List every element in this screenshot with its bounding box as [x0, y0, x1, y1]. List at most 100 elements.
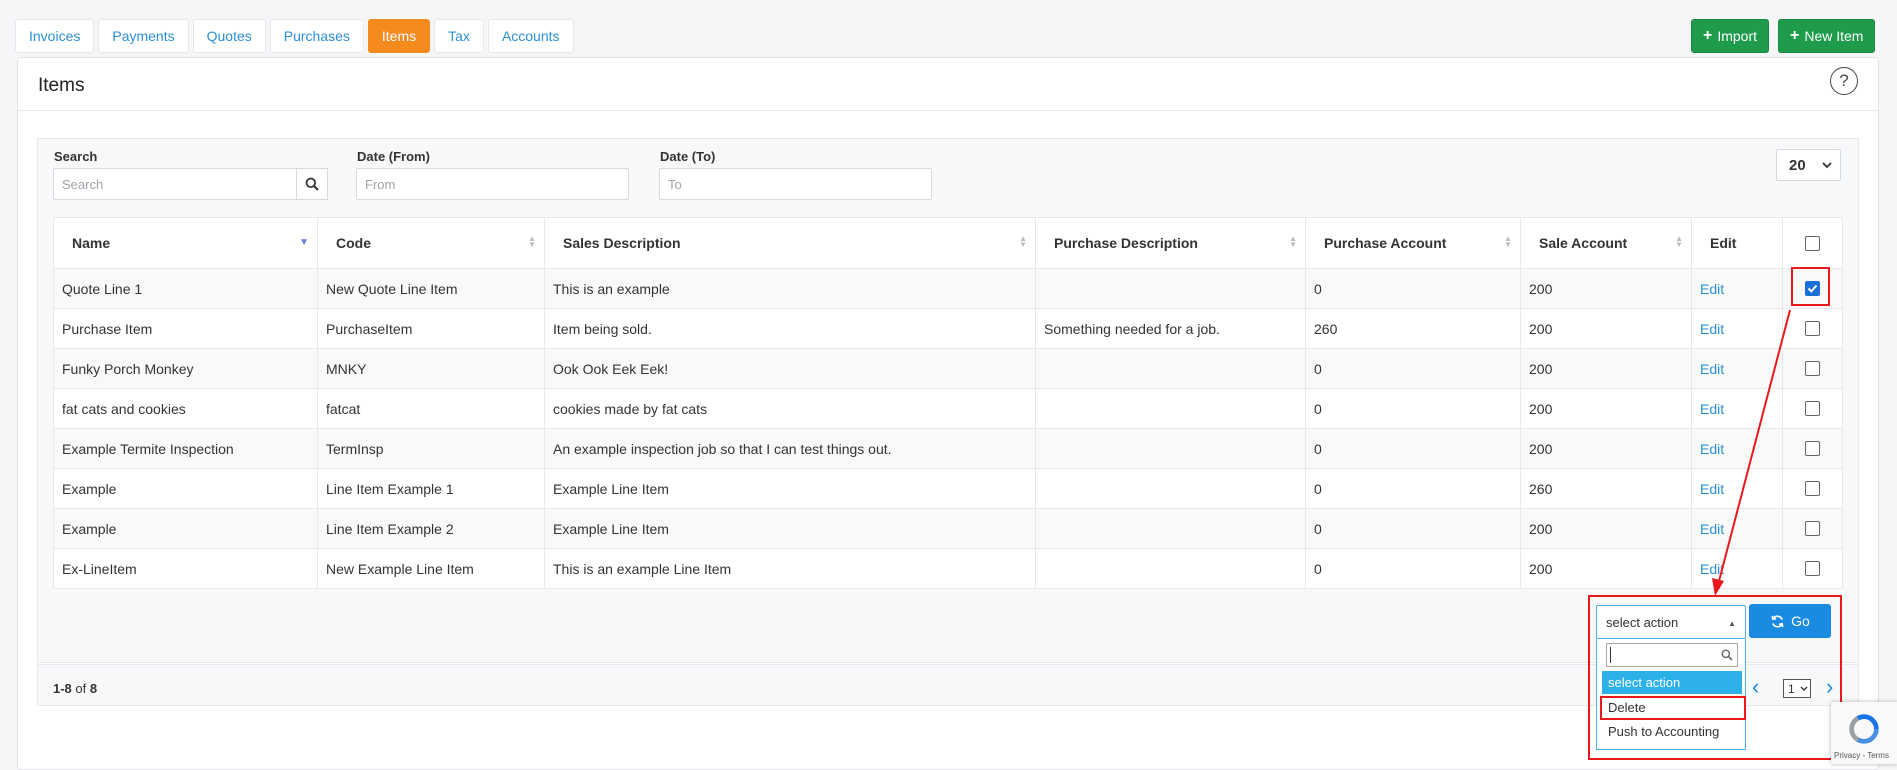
cell-sales-description: Item being sold. [544, 308, 1036, 349]
cell-select [1782, 508, 1843, 549]
cell-code: PurchaseItem [317, 308, 545, 349]
edit-link[interactable]: Edit [1700, 361, 1724, 377]
bulk-action-dropdown: select action Delete Push to Accounting [1596, 639, 1746, 750]
page-title: Items [38, 75, 85, 96]
cell-edit: Edit [1691, 508, 1783, 549]
column-header-sales-description[interactable]: Sales Description ▲ ▼ [544, 217, 1036, 269]
page-size-select[interactable]: 20 [1776, 149, 1841, 181]
cell-purchase-account: 0 [1305, 268, 1521, 309]
sort-icon: ▲ ▼ [1289, 234, 1297, 249]
column-header-name[interactable]: Name ▼ [53, 217, 318, 269]
edit-link[interactable]: Edit [1700, 321, 1724, 337]
cell-name: Example Termite Inspection [53, 428, 318, 469]
plus-icon: + [1790, 27, 1800, 44]
cell-edit: Edit [1691, 268, 1783, 309]
select-all-checkbox[interactable] [1805, 235, 1820, 251]
cell-purchase-account: 0 [1305, 388, 1521, 429]
sort-icon: ▲ ▼ [1019, 234, 1027, 249]
help-icon[interactable]: ? [1830, 67, 1858, 95]
cell-select [1782, 428, 1843, 469]
edit-link[interactable]: Edit [1700, 481, 1724, 497]
refresh-icon [1771, 614, 1784, 628]
option-delete[interactable]: Delete [1602, 696, 1742, 719]
table-row: Example Line Item Example 1 Example Line I… [53, 468, 1843, 509]
next-page-icon[interactable]: › [1826, 674, 1833, 700]
cell-code: Line Item Example 2 [317, 508, 545, 549]
table-row: Example Termite Inspection TermInsp An exa… [53, 428, 1843, 469]
cell-name: fat cats and cookies [53, 388, 318, 429]
column-header-sale-account[interactable]: Sale Account ▲ ▼ [1520, 217, 1692, 269]
search-input[interactable] [53, 168, 297, 200]
cell-purchase-account: 0 [1305, 348, 1521, 389]
cell-edit: Edit [1691, 308, 1783, 349]
cell-edit: Edit [1691, 348, 1783, 389]
recaptcha-badge[interactable]: Privacy - Terms [1831, 702, 1897, 764]
page-select[interactable]: 1 [1783, 679, 1811, 698]
prev-page-icon[interactable]: ‹ [1752, 674, 1759, 700]
cell-code: fatcat [317, 388, 545, 429]
cell-purchase-description [1035, 548, 1306, 589]
column-header-code[interactable]: Code ▲ ▼ [317, 217, 545, 269]
edit-link[interactable]: Edit [1700, 441, 1724, 457]
edit-link[interactable]: Edit [1700, 521, 1724, 537]
chevron-down-icon [1822, 161, 1832, 168]
option-push-to-accounting[interactable]: Push to Accounting [1602, 720, 1742, 743]
cell-sales-description: Ook Ook Eek Eek! [544, 348, 1036, 389]
cell-purchase-description [1035, 428, 1306, 469]
cell-code: New Quote Line Item [317, 268, 545, 309]
edit-link[interactable]: Edit [1700, 281, 1724, 297]
date-from-label: Date (From) [357, 149, 430, 164]
row-checkbox[interactable] [1805, 521, 1820, 536]
cell-edit: Edit [1691, 468, 1783, 509]
row-checkbox[interactable] [1805, 281, 1820, 296]
plus-icon: + [1703, 27, 1713, 44]
record-count: 1-8 of 8 [53, 681, 98, 696]
cell-purchase-account: 260 [1305, 308, 1521, 349]
dropdown-search-input[interactable] [1606, 643, 1738, 667]
date-from-input[interactable] [356, 168, 629, 200]
cell-purchase-account: 0 [1305, 428, 1521, 469]
tab-items[interactable]: Items [367, 19, 431, 53]
table-header-row: Name ▼ Code ▲ ▼ Sales Description ▲ ▼ Purchas… [53, 217, 1843, 269]
new-item-button[interactable]: + New Item [1778, 19, 1876, 53]
column-header-purchase-description[interactable]: Purchase Description ▲ ▼ [1035, 217, 1306, 269]
recaptcha-label[interactable]: Privacy - Terms [1834, 751, 1889, 760]
row-checkbox[interactable] [1805, 441, 1820, 456]
cell-sales-description: An example inspection job so that I can … [544, 428, 1036, 469]
edit-link[interactable]: Edit [1700, 401, 1724, 417]
recaptcha-icon [1849, 714, 1879, 744]
tab-invoices[interactable]: Invoices [15, 19, 95, 53]
row-checkbox[interactable] [1805, 401, 1820, 416]
cell-sale-account: 200 [1520, 548, 1692, 589]
edit-link[interactable]: Edit [1700, 561, 1724, 577]
search-label: Search [54, 149, 98, 164]
tab-tax[interactable]: Tax [434, 19, 484, 53]
card-header: Items ? [18, 58, 1878, 111]
cell-purchase-description [1035, 388, 1306, 429]
cell-select [1782, 348, 1843, 389]
tab-accounts[interactable]: Accounts [487, 19, 574, 53]
cell-code: TermInsp [317, 428, 545, 469]
go-button[interactable]: Go [1749, 604, 1831, 638]
tab-purchases[interactable]: Purchases [269, 19, 364, 53]
chevron-down-icon [1800, 686, 1808, 691]
column-header-purchase-account[interactable]: Purchase Account ▲ ▼ [1305, 217, 1521, 269]
tab-quotes[interactable]: Quotes [192, 19, 266, 53]
cell-code: New Example Line Item [317, 548, 545, 589]
option-select-action[interactable]: select action [1602, 671, 1742, 694]
table-row: Ex-LineItem New Example Line Item This is … [53, 548, 1843, 589]
row-checkbox[interactable] [1805, 321, 1820, 336]
search-button[interactable] [296, 168, 328, 200]
bulk-action-select[interactable]: select action ▲ [1596, 605, 1746, 639]
import-button[interactable]: + Import [1691, 19, 1770, 53]
row-checkbox[interactable] [1805, 481, 1820, 496]
tab-payments[interactable]: Payments [98, 19, 189, 53]
row-checkbox[interactable] [1805, 361, 1820, 376]
cell-purchase-description [1035, 348, 1306, 389]
row-checkbox[interactable] [1805, 561, 1820, 576]
cell-code: MNKY [317, 348, 545, 389]
table-row: Quote Line 1 New Quote Line Item This is a… [53, 268, 1843, 309]
sort-icon: ▲ ▼ [1504, 234, 1512, 249]
date-to-input[interactable] [659, 168, 932, 200]
cell-sales-description: This is an example [544, 268, 1036, 309]
